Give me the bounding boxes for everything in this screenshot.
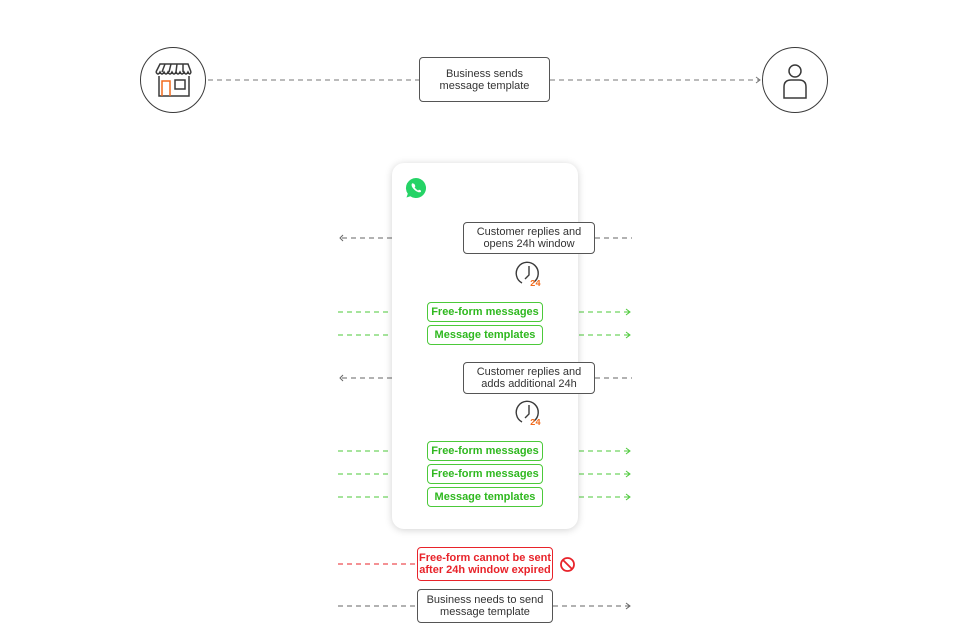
clock-label: 24 <box>530 418 541 427</box>
customer-opens-window-label: Customer replies and opens 24h window <box>463 222 595 254</box>
label-line: Business needs to send <box>426 594 544 606</box>
label-text: Free-form messages <box>431 468 539 480</box>
label-line: Business sends <box>445 67 524 80</box>
label-line: after 24h window expired <box>419 564 551 576</box>
label-line: message template <box>440 606 530 618</box>
whatsapp-icon <box>405 177 427 198</box>
allowed-free-form-2: Free-form messages <box>427 441 543 461</box>
customer-node <box>762 47 828 113</box>
label-text: Message templates <box>434 491 536 503</box>
business-node <box>140 47 206 113</box>
business-sends-template-label: Business sends message template <box>419 57 550 102</box>
label-line: Customer replies and <box>476 366 582 378</box>
label-text: Free-form messages <box>431 445 539 457</box>
allowed-free-form-1: Free-form messages <box>427 302 543 322</box>
allowed-free-form-3: Free-form messages <box>427 464 543 484</box>
label-text: Message templates <box>434 329 536 341</box>
label-text: Free-form messages <box>431 306 539 318</box>
clock-24h-icon: 24 <box>515 261 541 288</box>
storefront-icon <box>155 63 192 97</box>
label-line: Customer replies and <box>476 226 582 238</box>
clock-label: 24 <box>530 279 541 288</box>
label-line: message template <box>439 79 530 92</box>
label-line: adds additional 24h <box>481 378 577 390</box>
allowed-template-2: Message templates <box>427 487 543 507</box>
business-needs-template-label: Business needs to send message template <box>417 589 553 623</box>
customer-adds-24h-label: Customer replies and adds additional 24h <box>463 362 595 394</box>
prohibited-icon <box>560 557 575 572</box>
label-line: Free-form cannot be sent <box>418 552 552 564</box>
user-icon <box>783 64 807 99</box>
clock-24h-icon: 24 <box>515 400 541 427</box>
allowed-template-1: Message templates <box>427 325 543 345</box>
label-line: opens 24h window <box>483 238 575 250</box>
blocked-free-form-label: Free-form cannot be sent after 24h windo… <box>417 547 553 581</box>
